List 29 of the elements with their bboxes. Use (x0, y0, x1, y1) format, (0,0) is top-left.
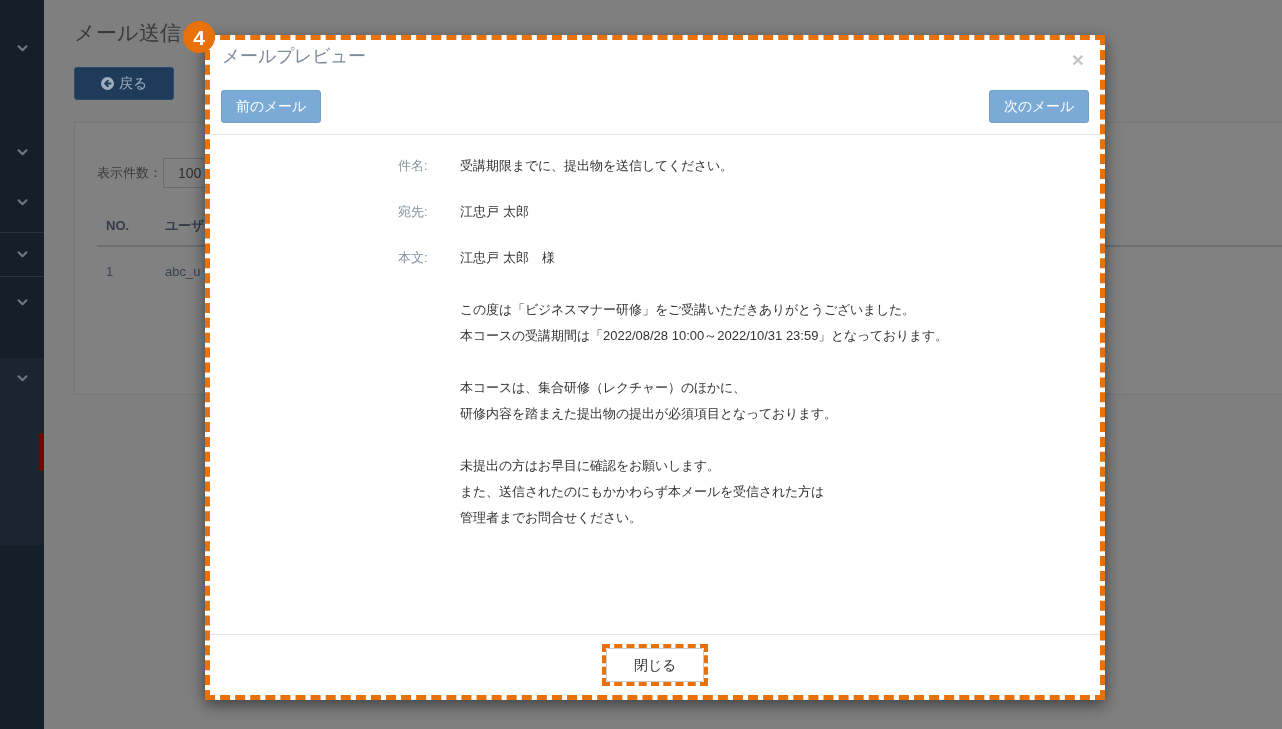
page-size-label: 表示件数： (97, 164, 162, 183)
field-label: 宛先: (398, 203, 429, 221)
field-value: 未提出の方はお早目に確認をお願いします。 また、送信されたのにもかかわらず本メールを受信された方は 管理者までお問合せください。 (460, 457, 825, 527)
table-cell-text: abc_u (165, 263, 201, 282)
step-badge: 4 (183, 21, 215, 53)
field-label: 件名: (398, 157, 429, 175)
table-header-cell-text: ユーザ (165, 217, 204, 236)
chevron-down-icon[interactable] (16, 198, 28, 206)
next-mail-button[interactable]: 次のメール (989, 90, 1089, 123)
close-dialog-button[interactable]: 閉じる (606, 648, 704, 682)
chevron-down-icon[interactable] (16, 298, 28, 306)
arrow-left-circle-icon (101, 77, 114, 90)
back-button[interactable]: 戻る (74, 67, 174, 100)
previous-mail-button[interactable]: 前のメール (221, 90, 321, 123)
chevron-down-icon[interactable] (16, 374, 28, 382)
chevron-down-icon[interactable] (16, 148, 28, 156)
table-cell-text: 1 (106, 263, 115, 282)
dialog-title: メールプレビュー (222, 45, 366, 68)
field-value: 受講期限までに、提出物を送信してください。 (460, 157, 733, 175)
field-value: 江忠戸 太郎 (460, 203, 529, 221)
chevron-down-icon[interactable] (16, 251, 28, 258)
field-value: 本コースは、集合研修（レクチャー）のほかに、 研修内容を踏まえた提出物の提出が必須項目となっております。 (460, 379, 838, 423)
field-label: 本文: (398, 249, 429, 267)
table-header-cell-text: NO. (106, 217, 131, 236)
field-value: 江忠戸 太郎 様 (460, 249, 556, 267)
active-item-marker (39, 433, 44, 471)
chevron-down-icon[interactable] (16, 44, 28, 52)
field-value: この度は「ビジネスマナー研修」をご受講いただきありがとうございました。 本コースの受講期間は「2022/08/28 10:00～2022/10/31 23:59」となっております。 (460, 301, 949, 345)
page-title: メール送信 (74, 20, 181, 46)
